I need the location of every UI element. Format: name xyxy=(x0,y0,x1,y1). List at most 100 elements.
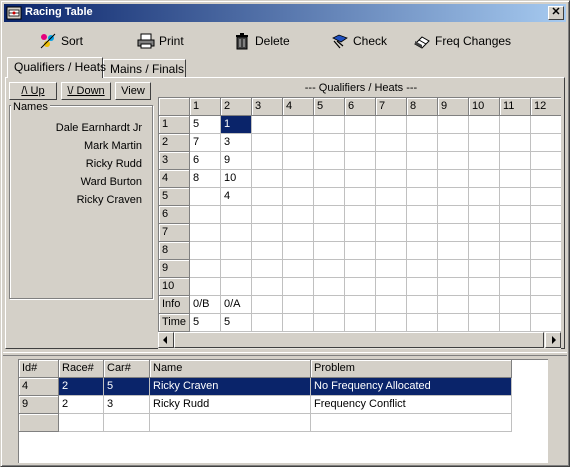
problems-cell[interactable]: 2 xyxy=(59,378,104,396)
grid-cell[interactable] xyxy=(283,278,314,296)
grid-cell[interactable] xyxy=(221,260,252,278)
grid-cell[interactable] xyxy=(252,152,283,170)
grid-cell[interactable] xyxy=(376,296,407,314)
row-header[interactable]: 4 xyxy=(159,170,190,188)
grid-cell[interactable] xyxy=(221,278,252,296)
problems-column-header[interactable]: Name xyxy=(150,360,311,378)
grid-cell[interactable] xyxy=(469,242,500,260)
row-header[interactable]: 9 xyxy=(159,260,190,278)
grid-cell[interactable] xyxy=(190,260,221,278)
grid-cell[interactable] xyxy=(500,116,531,134)
grid-cell[interactable] xyxy=(500,224,531,242)
grid-cell[interactable] xyxy=(469,152,500,170)
grid-cell[interactable] xyxy=(438,134,469,152)
problems-cell[interactable] xyxy=(311,414,512,432)
column-header[interactable]: 1 xyxy=(190,98,221,116)
grid-cell[interactable] xyxy=(283,242,314,260)
grid-cell[interactable] xyxy=(376,188,407,206)
grid-cell[interactable]: 8 xyxy=(190,170,221,188)
problems-cell[interactable]: 3 xyxy=(104,396,150,414)
grid-cell[interactable] xyxy=(252,134,283,152)
grid-cell[interactable] xyxy=(407,116,438,134)
grid-cell[interactable] xyxy=(314,170,345,188)
grid-cell[interactable] xyxy=(314,296,345,314)
grid-cell[interactable] xyxy=(190,206,221,224)
grid-cell[interactable] xyxy=(283,260,314,278)
grid-cell[interactable] xyxy=(283,116,314,134)
column-header[interactable]: 9 xyxy=(438,98,469,116)
grid-cell[interactable] xyxy=(438,314,469,332)
horizontal-scrollbar[interactable] xyxy=(158,332,561,349)
grid-cell[interactable] xyxy=(345,260,376,278)
grid-cell[interactable] xyxy=(283,224,314,242)
grid-cell[interactable] xyxy=(438,260,469,278)
grid-cell[interactable] xyxy=(283,152,314,170)
column-header[interactable]: 5 xyxy=(314,98,345,116)
grid-cell[interactable] xyxy=(500,170,531,188)
problems-grid[interactable]: Id# Race# Car# Name Problem 4 2 5 Ricky Craven No… xyxy=(18,359,548,463)
grid-cell[interactable] xyxy=(345,278,376,296)
grid-cell[interactable] xyxy=(531,314,561,332)
grid-cell[interactable] xyxy=(345,224,376,242)
grid-cell[interactable] xyxy=(376,242,407,260)
row-header[interactable]: 3 xyxy=(159,152,190,170)
grid-cell[interactable] xyxy=(438,242,469,260)
scroll-left-button[interactable] xyxy=(158,332,174,348)
title-bar[interactable]: Racing Table ✕ xyxy=(4,4,566,22)
grid-cell[interactable]: 5 xyxy=(190,116,221,134)
problems-column-header[interactable]: Car# xyxy=(104,360,150,378)
grid-cell[interactable] xyxy=(376,134,407,152)
row-header[interactable]: 1 xyxy=(159,116,190,134)
tab-qualifiers-heats[interactable]: Qualifiers / Heats xyxy=(7,57,106,78)
grid-cell[interactable] xyxy=(252,188,283,206)
grid-cell[interactable] xyxy=(438,206,469,224)
problems-cell[interactable] xyxy=(59,414,104,432)
scroll-right-button[interactable] xyxy=(545,332,561,348)
grid-cell[interactable] xyxy=(407,314,438,332)
grid-cell[interactable] xyxy=(314,152,345,170)
grid-cell[interactable] xyxy=(376,152,407,170)
row-header[interactable]: 5 xyxy=(159,188,190,206)
column-header[interactable]: 3 xyxy=(252,98,283,116)
grid-cell[interactable]: 5 xyxy=(221,314,252,332)
grid-cell[interactable]: 9 xyxy=(221,152,252,170)
grid-cell[interactable] xyxy=(283,206,314,224)
grid-cell[interactable] xyxy=(190,242,221,260)
grid-cell[interactable] xyxy=(407,224,438,242)
grid-cell[interactable] xyxy=(345,188,376,206)
grid-cell[interactable] xyxy=(314,260,345,278)
grid-cell[interactable]: 1 xyxy=(221,116,252,134)
grid-cell[interactable] xyxy=(438,188,469,206)
row-header[interactable]: 10 xyxy=(159,278,190,296)
grid-cell[interactable] xyxy=(500,206,531,224)
grid-cell[interactable] xyxy=(314,242,345,260)
grid-cell[interactable] xyxy=(345,242,376,260)
grid-cell[interactable] xyxy=(469,170,500,188)
down-button[interactable]: \/ Down xyxy=(61,82,111,100)
grid-cell[interactable]: 3 xyxy=(221,134,252,152)
grid-cell[interactable] xyxy=(469,278,500,296)
grid-cell[interactable] xyxy=(190,224,221,242)
problems-column-header[interactable]: Race# xyxy=(59,360,104,378)
grid-cell[interactable]: 4 xyxy=(221,188,252,206)
grid-cell[interactable] xyxy=(376,224,407,242)
grid-cell[interactable] xyxy=(345,116,376,134)
grid-cell[interactable] xyxy=(407,170,438,188)
problems-row-header[interactable]: 4 xyxy=(19,378,59,396)
grid-cell[interactable] xyxy=(531,152,561,170)
grid-cell[interactable] xyxy=(407,134,438,152)
column-header[interactable]: 11 xyxy=(500,98,531,116)
grid-cell[interactable] xyxy=(283,134,314,152)
grid-cell[interactable] xyxy=(407,152,438,170)
name-item[interactable]: Ricky Rudd xyxy=(86,158,142,170)
grid-cell[interactable] xyxy=(469,188,500,206)
problems-column-header[interactable]: Problem xyxy=(311,360,512,378)
name-item[interactable]: Mark Martin xyxy=(84,140,142,152)
problems-cell[interactable] xyxy=(150,414,311,432)
grid-cell[interactable] xyxy=(314,206,345,224)
grid-cell[interactable] xyxy=(500,296,531,314)
close-button[interactable]: ✕ xyxy=(548,6,564,20)
row-header[interactable]: 2 xyxy=(159,134,190,152)
grid-cell[interactable] xyxy=(500,278,531,296)
grid-cell[interactable] xyxy=(252,224,283,242)
